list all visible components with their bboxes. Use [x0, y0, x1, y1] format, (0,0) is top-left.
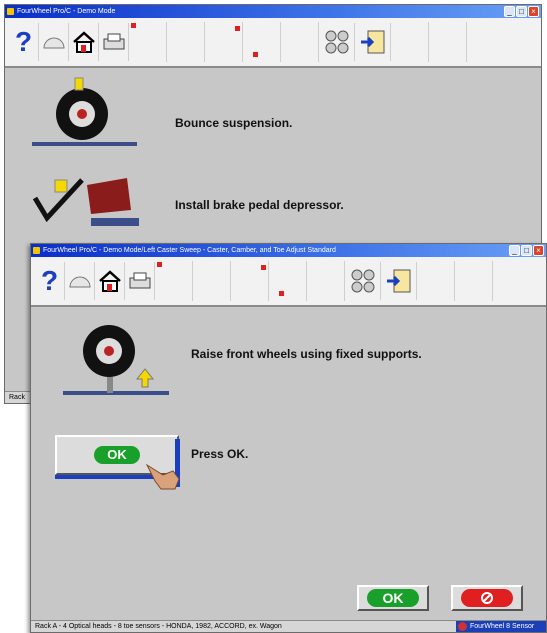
print-button[interactable]: [99, 23, 129, 61]
gauge-icon: [68, 276, 91, 288]
window-title: FourWheel Pro/C - Demo Mode: [17, 8, 116, 15]
sensors-icon: [351, 269, 374, 293]
help-button[interactable]: ?: [9, 23, 39, 61]
home-button[interactable]: [69, 23, 99, 61]
toolbar: ?: [31, 257, 546, 307]
gauge-icon: [42, 37, 65, 49]
toolbar-slot[interactable]: [307, 261, 345, 301]
title-bar: FourWheel Pro/C - Demo Mode _ □ ×: [5, 5, 541, 18]
minimize-button[interactable]: _: [504, 6, 515, 17]
toolbar-slot[interactable]: [455, 261, 493, 301]
brand-icon: [458, 622, 467, 631]
close-button[interactable]: ×: [533, 245, 544, 256]
help-icon: ?: [40, 265, 59, 296]
toolbar-slot[interactable]: [167, 22, 205, 62]
toolbar-slot[interactable]: [269, 261, 307, 301]
toolbar-slot[interactable]: [429, 22, 467, 62]
printer-icon: [129, 272, 150, 289]
app-icon: [7, 8, 14, 15]
close-button[interactable]: ×: [528, 6, 539, 17]
toolbar: ?: [5, 18, 541, 68]
help-button[interactable]: ?: [35, 262, 65, 300]
sensors-icon: [325, 30, 348, 54]
toolbar-slot[interactable]: [129, 22, 167, 62]
minimize-button[interactable]: _: [509, 245, 520, 256]
next-step-button[interactable]: [355, 23, 391, 61]
press-ok-text: Press OK.: [191, 447, 249, 461]
brake-depressor-icon: [32, 178, 139, 226]
home-icon: [98, 270, 121, 292]
status-text: Rack: [9, 394, 25, 401]
toolbar-slot[interactable]: [231, 261, 269, 301]
status-text: Rack A - 4 Optical heads - 8 toe sensors…: [35, 623, 282, 630]
sensor-button[interactable]: [345, 262, 381, 300]
toolbar-slot[interactable]: [391, 22, 429, 62]
brand-logo: FourWheel 8 Sensor: [456, 621, 546, 632]
title-bar: FourWheel Pro/C - Demo Mode/Left Caster …: [31, 244, 546, 257]
clipboard-arrow-icon: [386, 269, 410, 293]
pointing-hand-icon: [145, 463, 180, 490]
status-bar: Rack A - 4 Optical heads - 8 toe sensors…: [31, 620, 546, 632]
help-icon: ?: [14, 26, 33, 57]
step-text-bounce: Bounce suspension.: [175, 116, 293, 130]
brand-text: FourWheel 8 Sensor: [470, 623, 535, 630]
home-button[interactable]: [95, 262, 125, 300]
app-icon: [33, 247, 40, 254]
toolbar-slot[interactable]: [155, 261, 193, 301]
printer-icon: [103, 33, 124, 50]
raise-wheel-icon: [63, 325, 169, 395]
clipboard-arrow-icon: [360, 30, 384, 54]
window-title: FourWheel Pro/C - Demo Mode/Left Caster …: [43, 247, 336, 254]
toolbar-slot[interactable]: [281, 22, 319, 62]
ok-example-label: OK: [94, 446, 140, 464]
sensor-button[interactable]: [319, 23, 355, 61]
next-step-button[interactable]: [381, 262, 417, 300]
ok-button[interactable]: OK: [357, 585, 429, 611]
step-text-brake: Install brake pedal depressor.: [175, 198, 344, 212]
toolbar-slot[interactable]: [205, 22, 243, 62]
toolbar-slot[interactable]: [417, 261, 455, 301]
toolbar-slot[interactable]: [243, 22, 281, 62]
print-button[interactable]: [125, 262, 155, 300]
maximize-button[interactable]: □: [521, 245, 532, 256]
gauge-button[interactable]: [39, 23, 69, 61]
instruction-text: Raise front wheels using fixed supports.: [191, 347, 422, 361]
home-icon: [72, 31, 95, 53]
foreground-window: FourWheel Pro/C - Demo Mode/Left Caster …: [30, 243, 547, 633]
toolbar-slot[interactable]: [193, 261, 231, 301]
ok-button-label: OK: [367, 589, 419, 607]
gauge-button[interactable]: [65, 262, 95, 300]
bounce-suspension-icon: [32, 77, 137, 146]
maximize-button[interactable]: □: [516, 6, 527, 17]
cancel-button[interactable]: [451, 585, 523, 611]
cancel-icon: [481, 592, 493, 604]
cancel-pill: [461, 589, 513, 607]
